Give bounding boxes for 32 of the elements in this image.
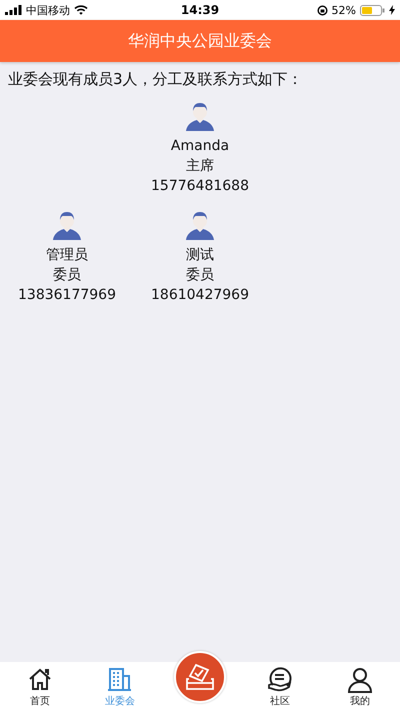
member-name: Amanda <box>170 137 230 156</box>
vote-button[interactable] <box>174 651 226 703</box>
member-phone: 13836177969 <box>18 286 116 305</box>
building-icon <box>107 667 133 693</box>
member-role: 委员 <box>186 266 214 285</box>
rotation-lock-icon <box>316 4 328 16</box>
wifi-icon <box>74 5 88 15</box>
member-name: 测试 <box>186 246 214 265</box>
avatar-icon <box>183 210 217 242</box>
battery-percent: 52% <box>332 4 356 16</box>
avatar-icon <box>50 210 84 242</box>
charging-icon <box>388 5 395 15</box>
battery-icon <box>360 4 385 16</box>
person-icon <box>347 667 373 693</box>
member-role: 委员 <box>53 266 81 285</box>
tab-item[interactable]: 业委会 <box>80 662 160 711</box>
member-phone: 15776481688 <box>151 177 249 196</box>
home-icon <box>27 667 53 693</box>
member-name: 管理员 <box>46 246 88 265</box>
avatar-icon <box>183 101 217 133</box>
tab-item[interactable]: 社区 <box>240 662 320 711</box>
intro-text: 业委会现有成员3人，分工及联系方式如下： <box>8 70 304 89</box>
signal-icon <box>5 5 22 15</box>
tab-item[interactable]: 首页 <box>0 662 80 711</box>
member-role: 主席 <box>186 157 214 176</box>
tab-item[interactable]: 我的 <box>320 662 400 711</box>
carrier-name: 中国移动 <box>26 2 70 18</box>
chat-hand-icon <box>267 667 293 693</box>
member-phone: 18610427969 <box>151 286 249 305</box>
page-title: 华润中央公园业委会 <box>128 30 272 52</box>
ballot-box-icon <box>185 663 215 691</box>
status-time: 14:39 <box>180 3 220 17</box>
